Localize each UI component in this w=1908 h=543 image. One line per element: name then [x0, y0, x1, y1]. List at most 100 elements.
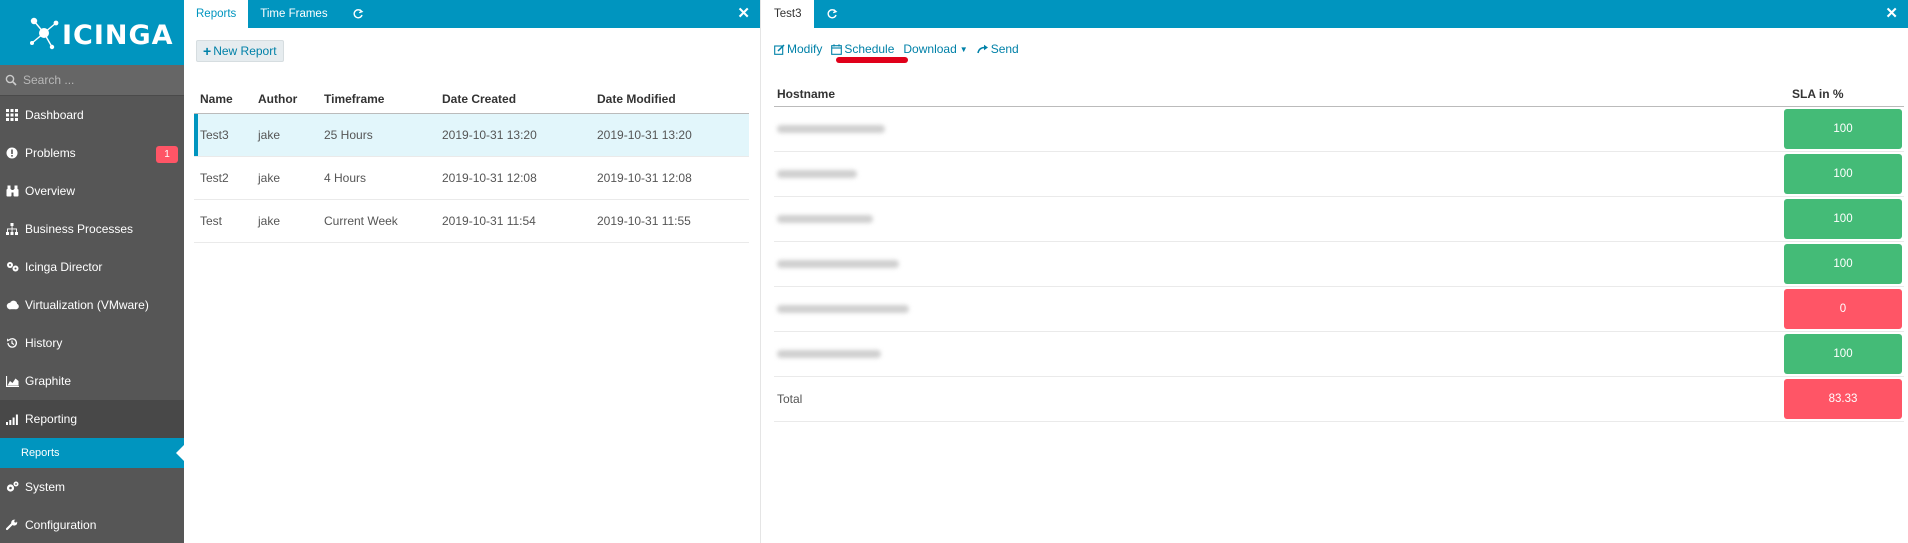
search-bar [0, 65, 184, 96]
refresh-tab[interactable] [340, 0, 376, 28]
director-icon [5, 260, 19, 274]
logo-text: ICINGA [62, 20, 174, 51]
table-row[interactable]: Test3 jake 25 Hours 2019-10-31 13:20 201… [194, 113, 749, 157]
download-dropdown[interactable]: Download ▼ [903, 42, 967, 56]
red-annotation-underline [836, 57, 908, 63]
hostname-cell-redacted [774, 286, 1784, 332]
table-row: 0 [774, 286, 1904, 332]
hostname-cell-redacted [774, 241, 1784, 287]
sidebar-item-label: Business Processes [25, 222, 134, 236]
bar-chart-icon [5, 412, 19, 426]
table-row: 100 [774, 106, 1904, 152]
table-header-row: Hostname SLA in % [774, 82, 1904, 107]
cogs-icon [5, 480, 19, 494]
sidebar-item-business-processes[interactable]: Business Processes [0, 210, 184, 248]
sidebar-item-label: Virtualization (VMware) [25, 298, 149, 312]
sidebar-item-system[interactable]: System [0, 468, 184, 506]
sidebar-item-label: Problems [25, 146, 76, 160]
col-header-sla: SLA in % [1784, 82, 1904, 107]
icinga-logo-icon [30, 17, 59, 49]
edit-icon [774, 43, 785, 55]
search-icon [5, 74, 17, 86]
sla-table: Hostname SLA in % 100 100 100 100 0 100 … [774, 82, 1904, 422]
cell-author: jake [252, 199, 318, 243]
sidebar-item-icinga-director[interactable]: Icinga Director [0, 248, 184, 286]
reports-tabbar: Reports Time Frames ✕ [184, 0, 760, 28]
cell-date-created: 2019-10-31 11:54 [436, 199, 591, 243]
col-header-date-modified: Date Modified [591, 86, 749, 114]
col-header-timeframe: Timeframe [318, 86, 436, 114]
history-icon [5, 336, 19, 350]
sidebar-item-label: System [25, 480, 66, 494]
sidebar-item-label: Dashboard [25, 108, 84, 122]
send-link[interactable]: Send [976, 42, 1019, 56]
tab-test3[interactable]: Test3 [762, 0, 814, 28]
cell-name: Test3 [194, 113, 252, 157]
report-detail-column: Test3 ✕ Modify Schedule Download ▼ Send … [762, 0, 1908, 543]
table-row[interactable]: Test jake Current Week 2019-10-31 11:54 … [194, 199, 749, 243]
logo[interactable]: ICINGA [0, 0, 184, 65]
problems-icon [5, 146, 19, 160]
refresh-icon [827, 8, 837, 19]
download-label: Download [903, 42, 957, 56]
caret-down-icon: ▼ [959, 44, 968, 54]
sidebar-item-virtualization[interactable]: Virtualization (VMware) [0, 286, 184, 324]
search-input[interactable] [23, 73, 173, 87]
nav-menu: Dashboard Problems 1 Overview Business P… [0, 96, 184, 543]
cell-name: Test [194, 199, 252, 243]
modify-label: Modify [787, 42, 823, 56]
sidebar-item-label: Overview [25, 184, 76, 198]
hostname-cell-redacted [774, 196, 1784, 242]
table-row: 100 [774, 241, 1904, 287]
sla-value: 100 [1784, 333, 1902, 374]
sla-value: 100 [1784, 243, 1902, 284]
sla-value: 0 [1784, 288, 1902, 329]
cell-timeframe: 4 Hours [318, 156, 436, 200]
schedule-label: Schedule [844, 42, 895, 56]
plus-icon: + [203, 43, 212, 59]
schedule-link[interactable]: Schedule [831, 42, 894, 56]
modify-link[interactable]: Modify [774, 42, 822, 56]
tab-time-frames[interactable]: Time Frames [248, 0, 339, 28]
sidebar-item-history[interactable]: History [0, 324, 184, 362]
problems-count-badge[interactable]: 1 [156, 146, 178, 163]
table-row: 100 [774, 331, 1904, 377]
new-report-label: New Report [213, 44, 277, 58]
total-label: Total [774, 376, 1784, 422]
hostname-cell-redacted [774, 151, 1784, 197]
sidebar-subitem-reports[interactable]: Reports [0, 438, 184, 468]
cell-date-modified: 2019-10-31 11:55 [591, 199, 749, 243]
sla-value: 100 [1784, 108, 1902, 149]
cell-author: jake [252, 113, 318, 157]
sitemap-icon [5, 222, 19, 236]
sla-value: 100 [1784, 198, 1902, 239]
refresh-tab[interactable] [814, 0, 850, 28]
cell-name: Test2 [194, 156, 252, 200]
col-header-hostname: Hostname [774, 82, 1784, 107]
col-header-author: Author [252, 86, 318, 114]
close-icon[interactable]: ✕ [1885, 6, 1898, 21]
cloud-icon [5, 298, 19, 312]
close-icon[interactable]: ✕ [737, 6, 750, 21]
sidebar-item-overview[interactable]: Overview [0, 172, 184, 210]
sidebar-item-graphite[interactable]: Graphite [0, 362, 184, 400]
sidebar-item-label: Icinga Director [25, 260, 103, 274]
sidebar-item-problems[interactable]: Problems 1 [0, 134, 184, 172]
table-row: 100 [774, 196, 1904, 242]
sidebar-item-label: History [25, 336, 63, 350]
cell-date-created: 2019-10-31 13:20 [436, 113, 591, 157]
new-report-button[interactable]: + New Report [196, 40, 284, 62]
dashboard-icon [5, 108, 19, 122]
sidebar-item-configuration[interactable]: Configuration [0, 506, 184, 543]
sidebar-item-label: Configuration [25, 518, 97, 532]
sla-value: 100 [1784, 153, 1902, 194]
col-header-name: Name [194, 86, 252, 114]
table-row[interactable]: Test2 jake 4 Hours 2019-10-31 12:08 2019… [194, 156, 749, 200]
table-header-row: Name Author Timeframe Date Created Date … [194, 86, 749, 114]
tab-reports[interactable]: Reports [184, 0, 249, 28]
sidebar-item-dashboard[interactable]: Dashboard [0, 96, 184, 134]
wrench-icon [5, 518, 19, 532]
sidebar-item-reporting[interactable]: Reporting [0, 400, 184, 438]
send-label: Send [990, 42, 1019, 56]
chart-icon [5, 374, 19, 388]
